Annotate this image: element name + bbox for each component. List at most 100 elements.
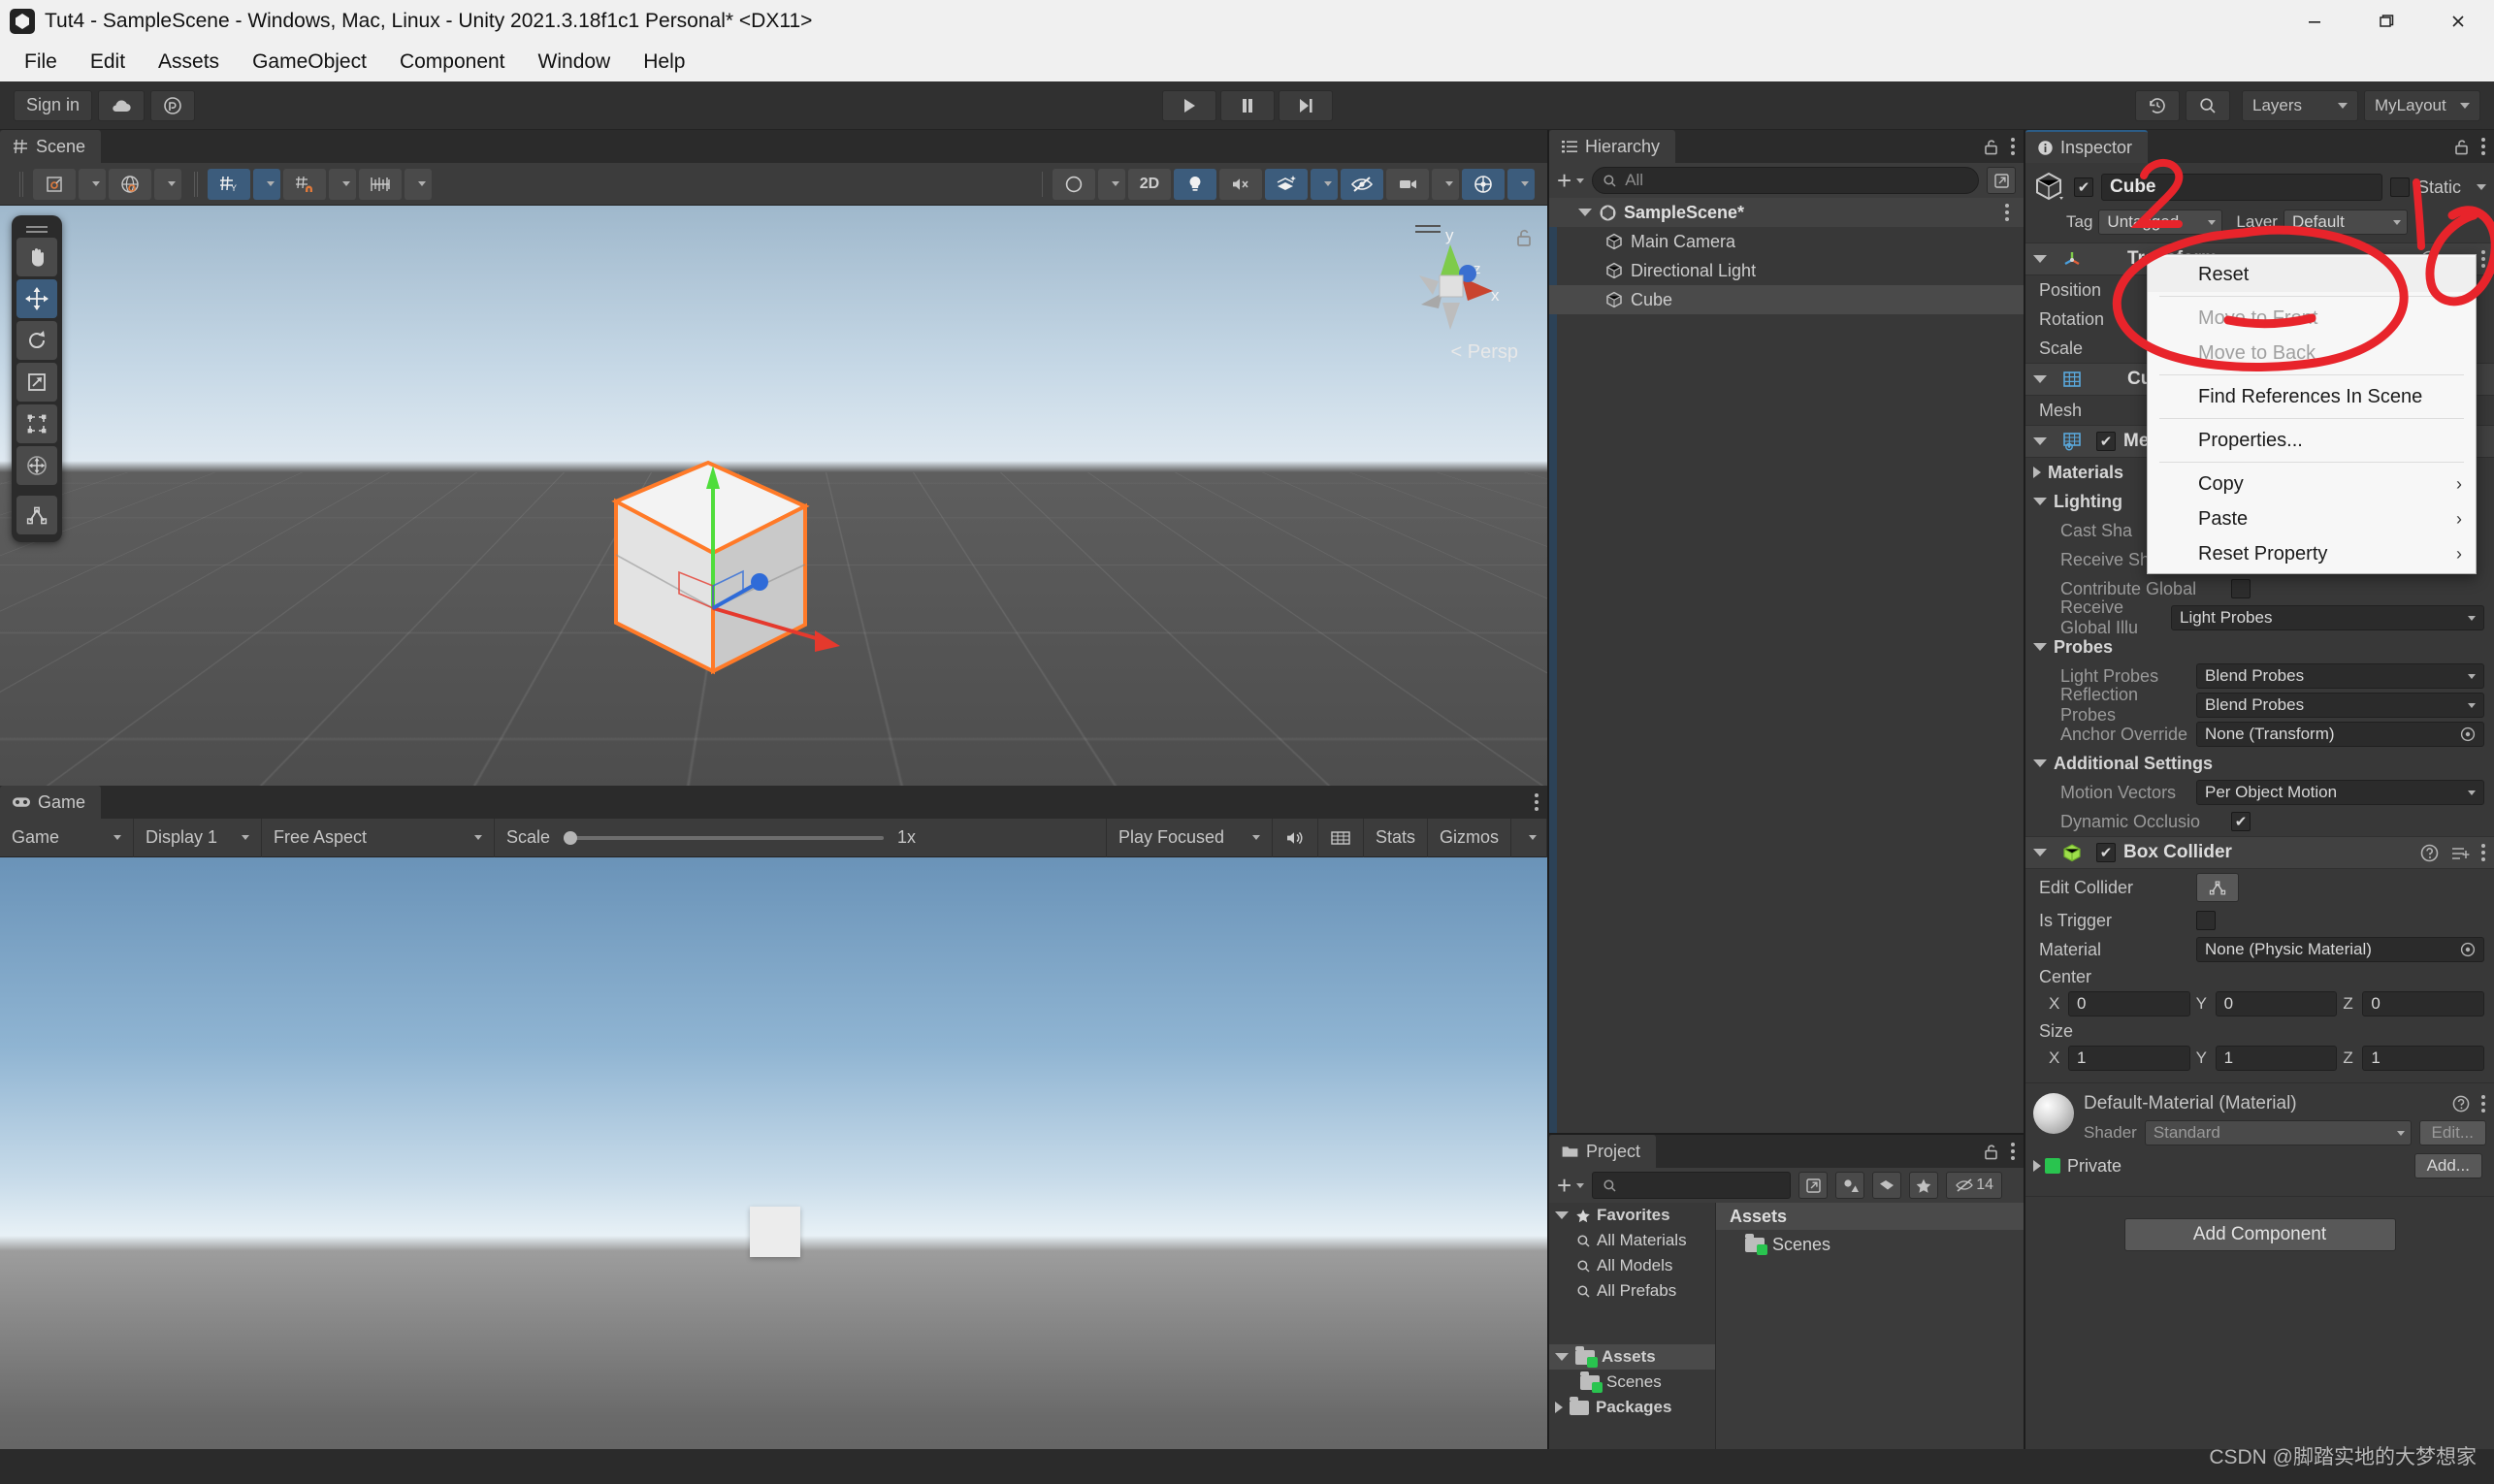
object-name-field[interactable]: Cube [2101, 174, 2382, 201]
shaded-sphere-icon[interactable] [1053, 168, 1095, 200]
gizmos-dropdown[interactable] [1507, 168, 1535, 200]
stats-button[interactable]: Stats [1364, 818, 1428, 857]
maximize-icon[interactable] [2350, 0, 2422, 43]
scale-icon[interactable] [16, 363, 57, 402]
motion-vectors-row[interactable]: Motion Vectors Per Object Motion [2025, 778, 2494, 807]
is-trigger-row[interactable]: Is Trigger [2025, 906, 2494, 935]
project-tree-favorites[interactable]: Favorites [1549, 1203, 1715, 1228]
unlock-icon[interactable] [1983, 138, 1999, 156]
chevron-down-icon[interactable] [1578, 209, 1592, 216]
mesh-renderer-probes-section[interactable]: Probes [2025, 632, 2494, 661]
collider-edit-icon[interactable] [16, 496, 57, 534]
open-in-new-icon[interactable] [1987, 167, 2016, 194]
context-menu-item-find-references[interactable]: Find References In Scene [2148, 379, 2476, 414]
grid-axis-dropdown[interactable] [253, 168, 280, 200]
context-menu-item-move-to-front[interactable]: Move to Front [2148, 301, 2476, 336]
step-icon[interactable] [1278, 89, 1333, 121]
tab-hierarchy[interactable]: Hierarchy [1549, 130, 1676, 163]
game-view-select[interactable]: Game [0, 818, 134, 857]
hierarchy-item-main-camera[interactable]: Main Camera [1549, 227, 2024, 256]
chevron-down-icon[interactable] [2033, 498, 2047, 505]
anchor-override-row[interactable]: Anchor Override None (Transform) [2025, 720, 2494, 749]
center-z-field[interactable]: 0 [2362, 991, 2485, 1016]
lightbulb-icon[interactable] [1174, 168, 1216, 200]
global-local-icon[interactable] [109, 168, 151, 200]
layers-dropdown[interactable]: Layers [2242, 89, 2358, 121]
kebab-menu-icon[interactable] [2005, 202, 2010, 223]
add-gameobject-button[interactable]: + [1557, 168, 1585, 193]
unlock-icon[interactable] [2453, 138, 2470, 156]
size-y-field[interactable]: 1 [2215, 1046, 2338, 1071]
project-tree-all-models[interactable]: All Models [1549, 1253, 1715, 1278]
project-content-item-scenes[interactable]: Scenes [1716, 1230, 2024, 1259]
dynamic-occlusion-checkbox[interactable] [2231, 812, 2251, 831]
kebab-menu-icon[interactable] [2011, 136, 2016, 157]
game-viewport[interactable] [0, 857, 1547, 1484]
mesh-renderer-enabled-checkbox[interactable] [2096, 432, 2116, 451]
camera-icon[interactable] [1386, 168, 1429, 200]
create-asset-button[interactable]: + [1557, 1173, 1585, 1198]
kebab-menu-icon[interactable] [2481, 1093, 2486, 1114]
tab-project[interactable]: Project [1549, 1135, 1657, 1168]
chevron-right-icon[interactable] [2033, 467, 2041, 478]
help-icon[interactable] [2420, 844, 2439, 862]
chevron-down-icon[interactable] [2033, 375, 2047, 383]
object-enabled-checkbox[interactable] [2074, 177, 2093, 197]
hierarchy-search-input[interactable]: All [1592, 167, 1979, 194]
anchor-override-field[interactable]: None (Transform) [2196, 722, 2484, 747]
add-vcs-button[interactable]: Add... [2413, 1153, 2482, 1178]
kebab-menu-icon[interactable] [2481, 136, 2486, 157]
grid-axis-y-icon[interactable]: Y [208, 168, 250, 200]
project-tree-packages[interactable]: Packages [1549, 1395, 1715, 1420]
eye-slash-icon[interactable] [1341, 168, 1383, 200]
scene-projection-label[interactable]: < Persp [1451, 341, 1518, 364]
is-trigger-checkbox[interactable] [2196, 911, 2216, 930]
layer-dropdown[interactable]: Default [2283, 210, 2408, 235]
reflection-probes-dropdown[interactable]: Blend Probes [2196, 693, 2484, 718]
chevron-right-icon[interactable] [1555, 1402, 1563, 1413]
menu-file[interactable]: File [8, 48, 74, 77]
camera-dropdown[interactable] [1432, 168, 1459, 200]
receive-gi-dropdown[interactable]: Light Probes [2171, 605, 2484, 630]
tab-inspector[interactable]: Inspector [2025, 130, 2149, 163]
close-icon[interactable] [2422, 0, 2494, 43]
handle-space-dropdown[interactable] [154, 168, 181, 200]
chevron-down-icon[interactable] [2033, 255, 2047, 263]
kebab-menu-icon[interactable] [2481, 842, 2486, 863]
chevron-down-icon[interactable] [2033, 437, 2047, 445]
hierarchy-item-directional-light[interactable]: Directional Light [1549, 256, 2024, 285]
kebab-menu-icon[interactable] [2481, 248, 2486, 270]
pivot-center-icon[interactable] [33, 168, 76, 200]
object-picker-icon[interactable] [2460, 726, 2476, 742]
history-icon[interactable] [2135, 89, 2180, 121]
palette-grip[interactable] [16, 223, 57, 235]
label-filter-icon[interactable] [1872, 1172, 1902, 1199]
2d-toggle-button[interactable]: 2D [1128, 168, 1171, 200]
project-tree[interactable]: Favorites All Materials All Models All P… [1549, 1203, 1716, 1484]
pivot-dropdown[interactable] [79, 168, 106, 200]
menu-gameobject[interactable]: GameObject [236, 48, 383, 77]
rect-transform-icon[interactable] [16, 404, 57, 443]
physic-material-row[interactable]: Material None (Physic Material) [2025, 935, 2494, 964]
gameobject-cube-icon[interactable] [2033, 171, 2066, 204]
cloud-icon[interactable] [98, 89, 146, 121]
kebab-menu-icon[interactable] [1535, 791, 1539, 813]
scene-orientation-gizmo[interactable]: y z x [1378, 215, 1524, 390]
physic-material-field[interactable]: None (Physic Material) [2196, 937, 2484, 962]
hierarchy-tree[interactable]: SampleScene* Main Camera Directional Lig… [1549, 198, 2024, 1133]
chevron-down-icon[interactable] [2477, 184, 2486, 190]
scene-viewport[interactable]: y z x < Persp [0, 206, 1547, 786]
hidden-assets-indicator[interactable]: 14 [1946, 1172, 2003, 1199]
snap-dropdown[interactable] [329, 168, 356, 200]
context-menu-item-paste[interactable]: Paste › [2148, 501, 2476, 536]
project-search-input[interactable] [1592, 1172, 1792, 1199]
grid-size-dropdown[interactable] [405, 168, 432, 200]
hierarchy-item-cube[interactable]: Cube [1549, 285, 2024, 314]
component-header-box-collider[interactable]: Box Collider [2025, 836, 2494, 869]
edit-collider-row[interactable]: Edit Collider [2025, 869, 2494, 906]
mesh-renderer-additional-section[interactable]: Additional Settings [2025, 749, 2494, 778]
open-in-new-icon[interactable] [1798, 1172, 1829, 1199]
gizmos-dropdown[interactable] [1511, 818, 1547, 857]
dynamic-occlusion-row[interactable]: Dynamic Occlusio [2025, 807, 2494, 836]
shader-edit-button[interactable]: Edit... [2418, 1120, 2486, 1145]
